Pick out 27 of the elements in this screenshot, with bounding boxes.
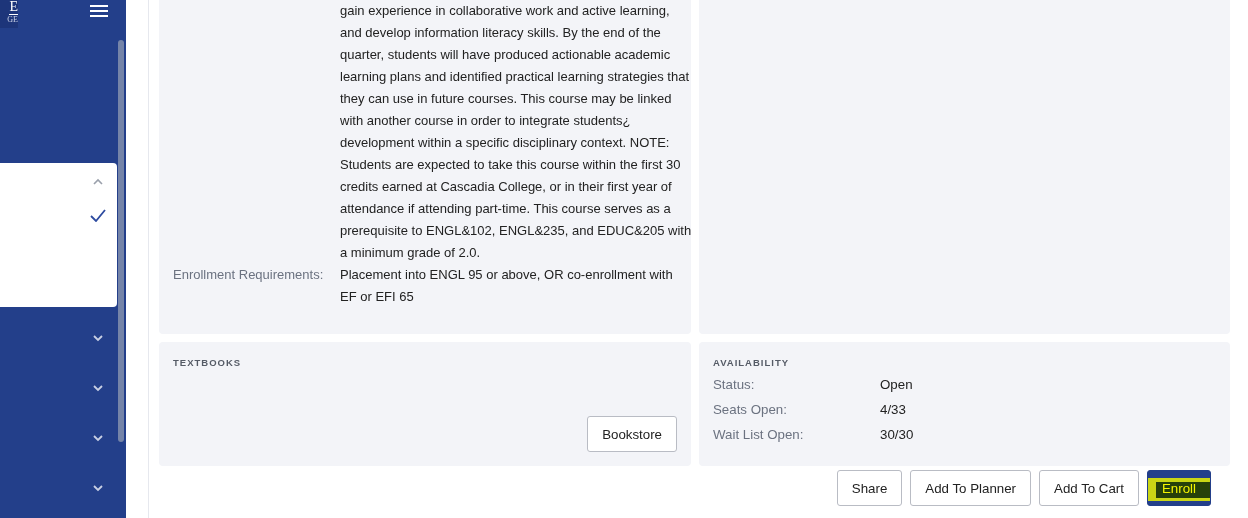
field-label: Status: (713, 376, 756, 394)
chevron-up-icon[interactable] (91, 177, 105, 187)
field-label: Enrollment Requirements: (173, 266, 325, 284)
action-button[interactable]: Add To Cart (1039, 470, 1139, 506)
enroll-button[interactable]: Enroll (1147, 470, 1211, 506)
action-button[interactable]: Share (836, 470, 903, 506)
field-label: Seats Open: (713, 401, 788, 419)
field-label: Wait List Open: (713, 426, 805, 444)
chevron-down-icon[interactable] (91, 483, 105, 493)
logo-text: E (9, 0, 18, 15)
chevron-down-icon[interactable] (91, 383, 105, 393)
bookstore-button[interactable]: Bookstore (587, 416, 677, 452)
section-heading: AVAILABILITY (713, 356, 791, 368)
chevron-down-icon[interactable] (91, 433, 105, 443)
section-heading: TEXTBOOKS (173, 356, 243, 368)
field-value: 30/30 (880, 426, 915, 444)
logo[interactable]: E GE (0, 0, 18, 28)
logo-subtext: GE (7, 15, 18, 25)
field-value: Open (880, 376, 914, 394)
check-icon[interactable] (90, 209, 106, 222)
scrollbar[interactable] (118, 40, 124, 442)
action-button[interactable]: Add To Planner (910, 470, 1031, 506)
field-value: Placement into ENGL 95 or above, OR co-enrollment with EF or EFI 65 (340, 266, 674, 306)
chevron-down-icon[interactable] (91, 333, 105, 343)
menu-icon[interactable] (89, 4, 109, 18)
course-description: gain experience in collaborative work and active learning, and develop information literacy skills. By the end of the quarter, students will have produced actionable academic learning plans and identified practical learning strategies that they can use in future courses. This course may be linked with another course in order to integrate students¿ development within a specific disciplinary context. NOTE: Students are expected to take this course within the first 30 credits earned at Cascadia College, or in their first year of attendance if attending part-time. This course serves as a prerequisite to ENGL&102, ENGL&235, and EDUC&205 with a minimum grade of 2.0. (340, 2, 692, 262)
field-value: 4/33 (880, 401, 907, 419)
